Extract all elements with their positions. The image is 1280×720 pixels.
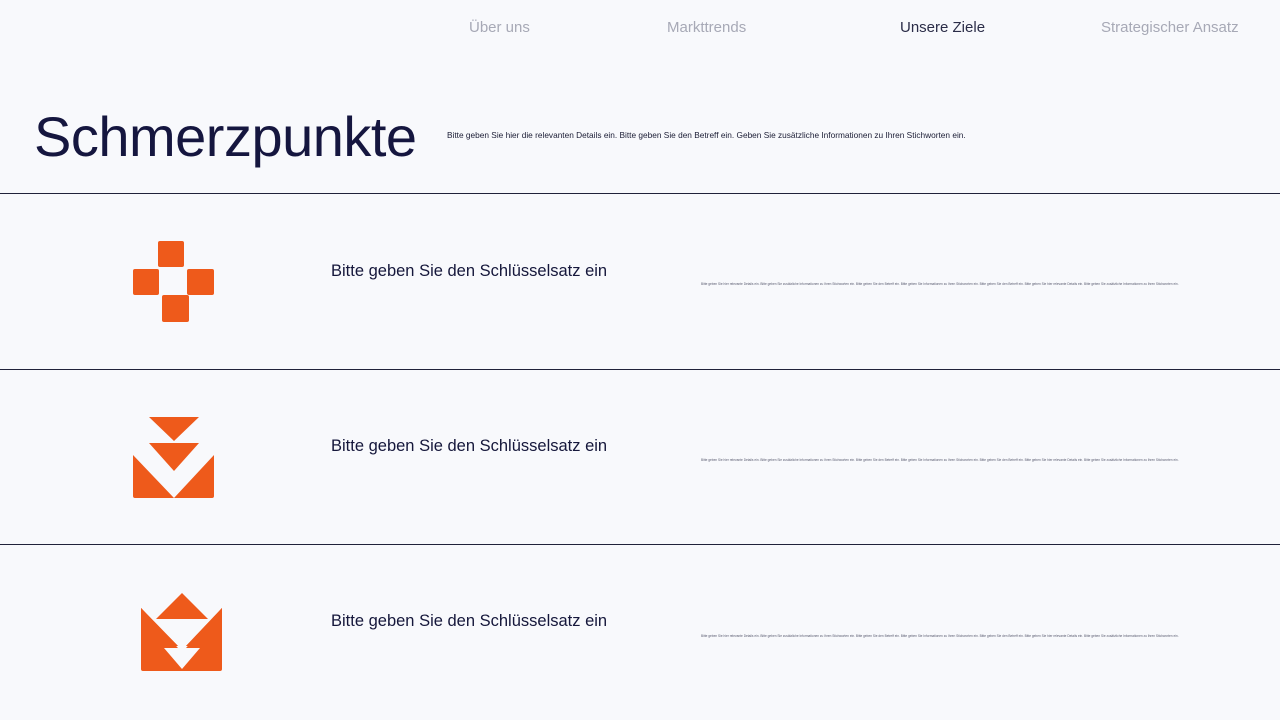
envelope-arrows-icon xyxy=(134,585,230,681)
download-arrows-icon xyxy=(126,410,222,506)
nav-item-markttrends[interactable]: Markttrends xyxy=(667,19,746,36)
nav-item-unsere-ziele[interactable]: Unsere Ziele xyxy=(900,19,985,36)
nav-item-ueber-uns[interactable]: Über uns xyxy=(469,19,530,36)
row-details: Bitte geben Sie hier relevante Details e… xyxy=(701,634,1179,638)
row-details: Bitte geben Sie hier relevante Details e… xyxy=(701,458,1179,462)
row-details: Bitte geben Sie hier relevante Details e… xyxy=(701,282,1179,286)
keyphrase: Bitte geben Sie den Schlüsselsatz ein xyxy=(331,437,608,455)
keyphrase: Bitte geben Sie den Schlüsselsatz ein xyxy=(331,612,608,630)
pain-point-row-3: Bitte geben Sie den Schlüsselsatz ein Bi… xyxy=(0,545,1280,720)
pain-point-row-1: Bitte geben Sie den Schlüsselsatz ein Bi… xyxy=(0,194,1280,369)
pixel-cross-icon xyxy=(126,234,222,330)
pain-point-row-2: Bitte geben Sie den Schlüsselsatz ein Bi… xyxy=(0,370,1280,545)
intro-text: Bitte geben Sie hier die relevanten Deta… xyxy=(447,130,966,140)
keyphrase: Bitte geben Sie den Schlüsselsatz ein xyxy=(331,262,608,280)
nav-item-strategischer-ansatz[interactable]: Strategischer Ansatz xyxy=(1101,19,1239,36)
page-title: Schmerzpunkte xyxy=(34,105,417,168)
top-navigation: Über uns Markttrends Unsere Ziele Strate… xyxy=(0,0,1280,56)
